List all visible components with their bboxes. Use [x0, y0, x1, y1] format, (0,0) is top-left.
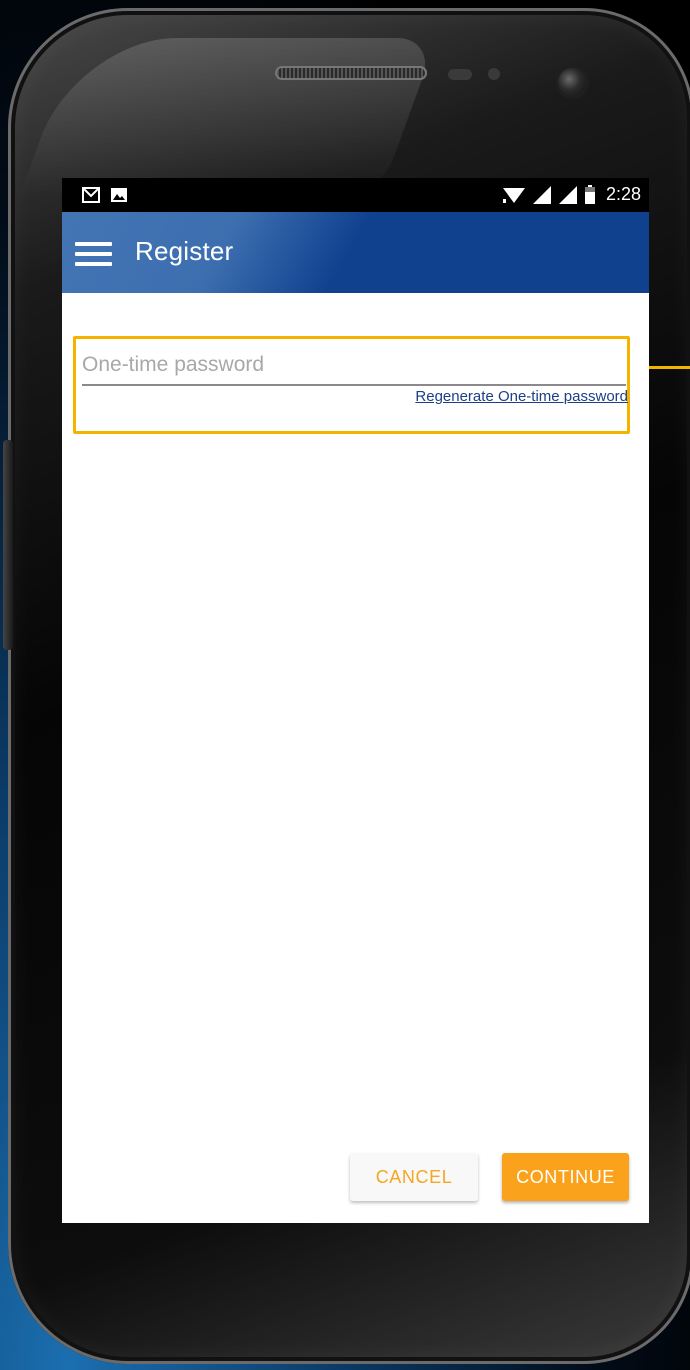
status-notifications: [82, 187, 128, 203]
phone-screen: 2:28 Register Regenerate One-time passwo…: [62, 178, 649, 1223]
wifi-icon: [502, 185, 526, 205]
status-time: 2:28: [605, 184, 641, 204]
phone-sensor: [448, 69, 472, 80]
cancel-button[interactable]: CANCEL: [350, 1153, 478, 1201]
phone-sensor: [488, 68, 500, 80]
signal-icon: [532, 185, 552, 205]
battery-icon: [584, 184, 596, 205]
hamburger-menu-icon[interactable]: [75, 237, 115, 269]
image-icon: [110, 187, 128, 203]
status-bar: 2:28: [62, 178, 649, 212]
front-camera-icon: [558, 68, 586, 96]
signal-icon: [558, 185, 578, 205]
phone-gloss: [18, 38, 438, 198]
continue-button[interactable]: CONTINUE: [502, 1153, 629, 1201]
background: 2:28 Register Regenerate One-time passwo…: [0, 0, 690, 1370]
phone-speaker: [275, 66, 427, 80]
app-bar: Register: [62, 212, 649, 293]
status-system: 2:28: [502, 184, 641, 205]
regenerate-otp-link[interactable]: Regenerate One-time password: [408, 386, 628, 407]
page-title: Register: [135, 236, 234, 266]
phone-side-button: [3, 440, 13, 650]
otp-input[interactable]: [82, 350, 626, 386]
gmail-icon: [82, 187, 100, 203]
